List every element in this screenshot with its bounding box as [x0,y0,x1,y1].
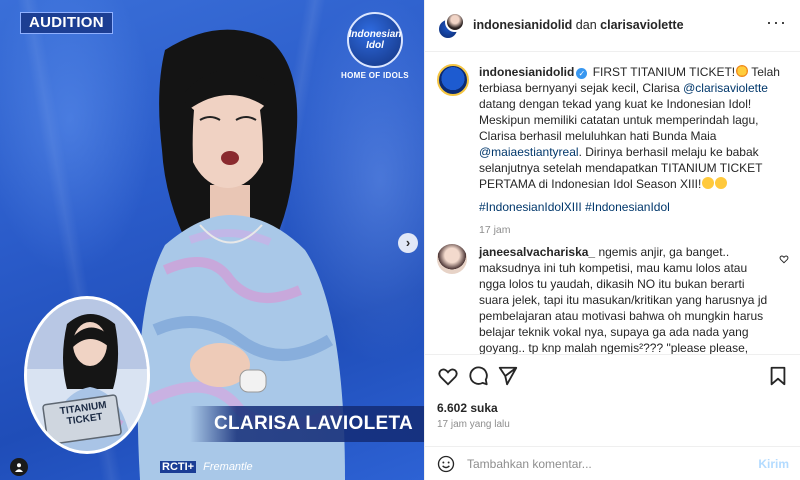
comment-text: janeesalvachariska_ ngemis anjir, ga ban… [479,244,771,354]
chevron-right-icon[interactable]: › [398,233,418,253]
post-comment-button[interactable]: Kirim [758,457,789,471]
user-tag-icon[interactable] [10,458,28,476]
emoji-icon[interactable] [437,455,455,473]
heart-eyes-emoji-icon [702,177,715,189]
comments-scroll[interactable]: indonesianidolid ✓ FIRST TITANIUM TICKET!… [425,52,800,354]
post-caption: indonesianidolid ✓ FIRST TITANIUM TICKET!… [437,64,789,236]
star-emoji-icon [736,65,749,77]
comment-icon[interactable] [467,365,489,387]
collaborator-link[interactable]: clarisaviolette [600,18,683,32]
comment-item: janeesalvachariska_ ngemis anjir, ga ban… [437,244,789,354]
commenter-avatar[interactable] [437,244,467,274]
caption-body-2: datang dengan tekad yang kuat ke Indones… [479,97,759,143]
mention-clarisaviolette[interactable]: @clarisaviolette [683,81,768,95]
post-media: AUDITION Indonesian Idol HOME OF IDOLS ›… [0,0,424,480]
comment-like-icon[interactable] [779,254,789,264]
broadcaster-logos: RCTI+ Fremantle [160,461,253,473]
post-timestamp: 17 jam yang lalu [437,419,510,430]
heart-icon[interactable] [437,365,459,387]
post-authors: indonesianidolid dan clarisaviolette [473,18,684,32]
verified-icon: ✓ [576,68,588,79]
rcti-logo: RCTI+ [160,461,197,473]
account-link[interactable]: indonesianidolid [473,18,572,32]
action-bar [425,354,800,396]
post-header: indonesianidolid dan clarisaviolette ··· [425,0,800,52]
caption-username[interactable]: indonesianidolid [479,65,574,79]
caption-time: 17 jam [479,224,511,236]
name-banner: CLARISA LAVIOLETA [190,406,424,442]
authors-joiner: dan [575,18,597,32]
comment-input[interactable] [467,454,737,474]
inset-photo: TITANIUM TICKET [24,296,150,454]
comment-body: ngemis anjir, ga banget.. maksudnya ini … [479,245,768,354]
author-avatars[interactable] [437,12,465,40]
caption-avatar[interactable] [437,64,469,96]
more-icon[interactable]: ··· [766,12,787,33]
contestant-name: CLARISA LAVIOLETA [214,413,413,434]
comment-composer: Kirim [425,446,800,480]
inset-illustration [27,299,147,451]
caption-hashtags[interactable]: #IndonesianIdolXIII #IndonesianIdol [479,200,789,214]
hands-emoji-icon [715,177,728,189]
avatar-clarisaviolette[interactable] [445,12,465,32]
fremantle-logo: Fremantle [203,461,253,473]
mention-maiaestiantyreal[interactable]: @maiaestiantyreal [479,145,579,159]
post-sidebar: indonesianidolid dan clarisaviolette ···… [424,0,800,480]
bookmark-icon[interactable] [767,365,789,387]
caption-headline: FIRST TITANIUM TICKET! [592,65,736,79]
send-icon[interactable] [497,365,519,387]
caption-text: indonesianidolid ✓ FIRST TITANIUM TICKET!… [479,64,789,192]
like-count[interactable]: 6.602 suka [437,401,498,415]
commenter-username[interactable]: janeesalvachariska_ [479,245,595,259]
